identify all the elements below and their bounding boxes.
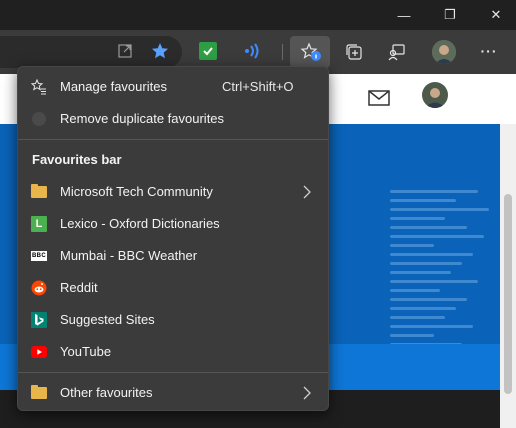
favourites-menu: Manage favourites Ctrl+Shift+O Remove du… — [17, 66, 329, 411]
folder-icon — [31, 385, 47, 401]
page-avatar[interactable] — [422, 82, 448, 108]
favourite-label: Suggested Sites — [60, 312, 155, 327]
lexico-favicon: L — [31, 216, 47, 232]
toolbar-separator — [282, 44, 283, 60]
favorite-star-icon[interactable] — [150, 41, 170, 61]
read-aloud-icon[interactable] — [242, 42, 262, 60]
feedback-icon[interactable] — [387, 42, 407, 62]
chevron-right-icon — [301, 184, 313, 200]
menu-divider — [18, 372, 328, 373]
page-scrollbar[interactable] — [500, 124, 516, 428]
minimize-icon: — — [397, 7, 411, 23]
favourite-item-microsoft-tech-community[interactable]: Microsoft Tech Community — [18, 176, 328, 208]
more-icon[interactable]: ··· — [478, 40, 500, 62]
extension-check-icon[interactable] — [199, 42, 217, 60]
other-favourites-label: Other favourites — [60, 385, 153, 400]
other-favourites-item[interactable]: Other favourites — [18, 377, 328, 409]
favourite-item-reddit[interactable]: Reddit — [18, 272, 328, 304]
favourite-label: Mumbai - BBC Weather — [60, 248, 198, 263]
menu-divider — [18, 139, 328, 140]
favourite-item-lexico[interactable]: L Lexico - Oxford Dictionaries — [18, 208, 328, 240]
favourite-label: Lexico - Oxford Dictionaries — [60, 216, 220, 231]
favourite-item-suggested-sites[interactable]: Suggested Sites — [18, 304, 328, 336]
profile-avatar[interactable] — [432, 40, 456, 64]
favourite-label: Reddit — [60, 280, 98, 295]
scrollbar-thumb[interactable] — [504, 194, 512, 394]
collections-icon[interactable] — [344, 42, 364, 62]
chevron-right-icon — [301, 385, 313, 401]
manage-favourites-item[interactable]: Manage favourites Ctrl+Shift+O — [18, 71, 328, 103]
favourite-label: YouTube — [60, 344, 112, 359]
remove-duplicate-favourites-item[interactable]: Remove duplicate favourites — [18, 103, 328, 135]
favorites-button[interactable] — [290, 36, 330, 68]
favourites-bar-heading: Favourites bar — [32, 152, 122, 167]
mail-icon[interactable] — [368, 90, 390, 106]
remove-duplicate-favourites-label: Remove duplicate favourites — [60, 111, 225, 126]
favourite-item-bbc-weather[interactable]: BBC Mumbai - BBC Weather — [18, 240, 328, 272]
restore-button[interactable]: ❐ — [430, 0, 470, 30]
title-bar: — ❐ ✕ — [0, 0, 516, 30]
bing-favicon — [31, 312, 47, 328]
manage-favourites-icon — [31, 79, 47, 95]
favourite-item-youtube[interactable]: YouTube — [18, 336, 328, 368]
remove-duplicates-icon — [31, 111, 47, 127]
minimize-button[interactable]: — — [384, 0, 424, 30]
close-icon: ✕ — [490, 7, 502, 22]
favorites-icon — [300, 42, 322, 62]
bbc-favicon: BBC — [31, 251, 47, 261]
open-in-app-icon[interactable] — [116, 42, 134, 60]
close-window-button[interactable]: ✕ — [476, 0, 516, 30]
restore-icon: ❐ — [444, 7, 456, 22]
reddit-favicon — [31, 280, 47, 296]
youtube-favicon — [31, 344, 47, 360]
manage-favourites-label: Manage favourites — [60, 79, 167, 94]
manage-favourites-shortcut: Ctrl+Shift+O — [222, 79, 294, 94]
folder-icon — [31, 184, 47, 200]
favourite-label: Microsoft Tech Community — [60, 184, 213, 199]
